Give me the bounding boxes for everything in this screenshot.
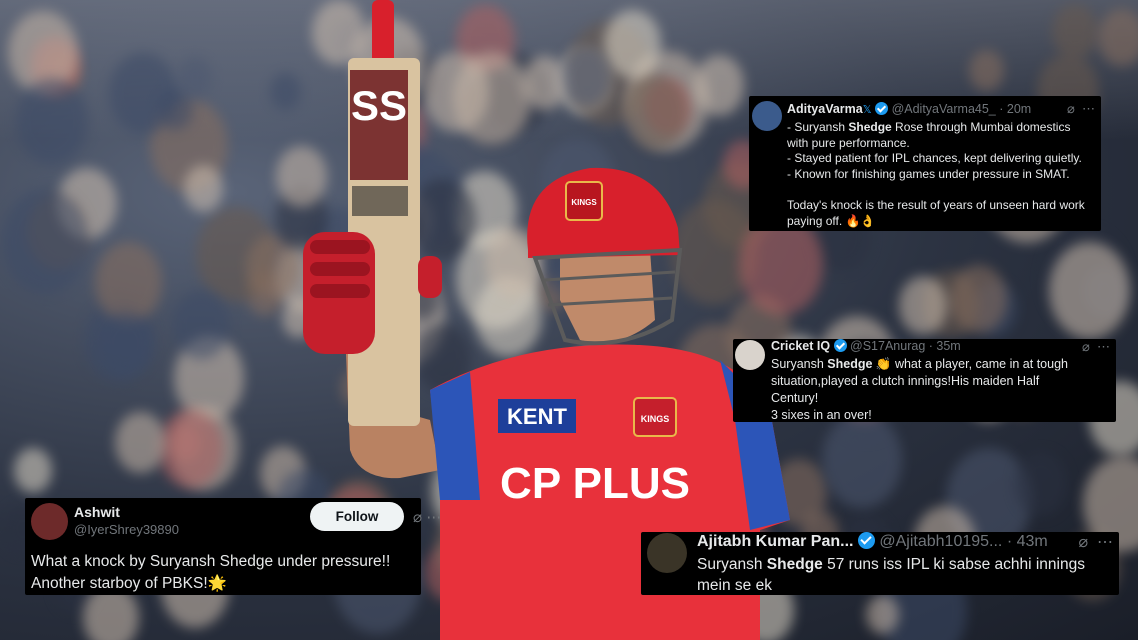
tweet-header: AdityaVarma𝕏 @AdityaVarma45_ · 20m	[787, 102, 1032, 116]
tweet-text: Rose through Mumbai domestics	[891, 120, 1071, 134]
tweet-actions: ⌀ ⋯	[1078, 532, 1113, 552]
tweet-actions: ⌀ ⋯	[1067, 101, 1095, 117]
author-handle[interactable]: @S17Anurag	[850, 339, 925, 353]
tweet-line: 3 sixes in an over!	[771, 407, 1068, 424]
grok-icon[interactable]: ⌀	[413, 509, 422, 526]
tweet-line: Another starboy of PBKS!🌟	[31, 573, 390, 595]
author-handle[interactable]: @Ajitabh10195...	[879, 533, 1002, 550]
tweet-body: - Suryansh Shedge Rose through Mumbai do…	[787, 120, 1085, 229]
avatar[interactable]	[647, 533, 687, 573]
tweet-text: situation,played a clutch innings!His ma…	[771, 374, 1040, 388]
tweet-text: - Suryansh	[787, 120, 849, 134]
tweet-card-ajitabh[interactable]: Ajitabh Kumar Pan... @Ajitabh10195... · …	[641, 532, 1119, 595]
tweet-header: Ajitabh Kumar Pan... @Ajitabh10195... · …	[697, 532, 1048, 550]
tweet-line: What a knock by Suryansh Shedge under pr…	[31, 551, 390, 573]
author-name[interactable]: Ashwit	[74, 504, 120, 520]
tweet-line: Today's knock is the result of years of …	[787, 198, 1085, 214]
author-name[interactable]: AdityaVarma	[787, 102, 863, 116]
tweet-text: with pure performance.	[787, 135, 910, 150]
tweet-actions: ⌀ ⋯	[1082, 339, 1110, 355]
tweet-line: - Stayed patient for IPL chances, kept d…	[787, 151, 1085, 167]
tweet-line: mein se ek	[697, 575, 1085, 596]
avatar[interactable]	[752, 101, 782, 131]
tweet-text: Suryansh	[697, 556, 767, 573]
author-name[interactable]: Ajitabh Kumar Pan...	[697, 533, 853, 550]
follow-button[interactable]: Follow	[310, 502, 404, 531]
tweet-card-adityavarma[interactable]: AdityaVarma𝕏 @AdityaVarma45_ · 20m ⌀ ⋯ -…	[749, 96, 1101, 231]
jersey-chest-sponsor: KENT	[507, 404, 567, 429]
tweet-line	[787, 182, 1085, 198]
tweet-body: Suryansh Shedge 👏 what a player, came in…	[771, 356, 1068, 424]
tweet-body: What a knock by Suryansh Shedge under pr…	[31, 551, 390, 595]
tweet-text: 👏 what a player, came in at tough	[872, 357, 1068, 371]
avatar[interactable]	[31, 503, 68, 540]
tweet-body: Suryansh Shedge 57 runs iss IPL ki sabse…	[697, 554, 1085, 596]
tweet-card-ashwit[interactable]: Ashwit @IyerShrey39890 Follow ⌀ ⋯ What a…	[25, 498, 441, 595]
more-icon[interactable]: ⋯	[1082, 101, 1095, 116]
author-name[interactable]: Cricket IQ	[771, 339, 830, 353]
tweet-line: - Known for finishing games under pressu…	[787, 167, 1085, 183]
tweet-text: - Stayed patient for IPL chances, kept d…	[787, 151, 1082, 166]
jersey-main-sponsor: CP PLUS	[500, 459, 690, 508]
tweet-text: mein se ek	[697, 577, 772, 594]
tweet-line: paying off. 🔥👌	[787, 214, 1085, 230]
x-verified-icon: 𝕏	[862, 104, 872, 116]
helmet-badge-text: KINGS	[571, 198, 597, 207]
bat-logo-text: SS	[351, 82, 407, 129]
tweet-text: 3 sixes in an over!	[771, 408, 872, 422]
cricket-bat: SS	[348, 0, 420, 426]
avatar[interactable]	[735, 340, 765, 370]
verified-badge-icon	[833, 339, 847, 352]
tweet-time[interactable]: 35m	[936, 339, 960, 353]
tweet-line: Century!	[771, 390, 1068, 407]
tweet-text: What a knock by Suryansh Shedge under pr…	[31, 553, 391, 570]
more-icon[interactable]: ⋯	[1097, 534, 1113, 551]
more-icon[interactable]: ⋯	[1097, 339, 1110, 354]
verified-badge-icon	[875, 102, 889, 115]
tweet-text: Another starboy of PBKS!🌟	[31, 575, 227, 592]
grok-icon[interactable]: ⌀	[1067, 101, 1075, 116]
highlighted-text: Shedge	[827, 357, 873, 371]
verified-badge-icon	[857, 532, 875, 549]
tweet-time[interactable]: 43m	[1017, 533, 1048, 550]
highlighted-text: Shedge	[848, 120, 892, 134]
tweet-time[interactable]: 20m	[1007, 102, 1031, 116]
tweet-line: - Suryansh Shedge Rose through Mumbai do…	[787, 120, 1085, 136]
grok-icon[interactable]: ⌀	[1078, 534, 1088, 551]
highlighted-text: Shedge	[766, 556, 823, 573]
tweet-text: - Known for finishing games under pressu…	[787, 166, 1070, 181]
tweet-text: 57 runs iss IPL ki sabse achhi innings	[822, 556, 1085, 573]
author-handle[interactable]: @AdityaVarma45_	[892, 102, 996, 116]
tweet-line: Suryansh Shedge 👏 what a player, came in…	[771, 356, 1068, 373]
more-icon[interactable]: ⋯	[426, 509, 441, 526]
tweet-actions: ⌀ ⋯	[413, 508, 441, 526]
tweet-card-cricket-iq[interactable]: Cricket IQ @S17Anurag · 35m ⌀ ⋯ Suryansh…	[733, 339, 1116, 422]
tweet-line: with pure performance.	[787, 136, 1085, 152]
jersey-badge-text: KINGS	[641, 414, 670, 424]
grok-icon[interactable]: ⌀	[1082, 339, 1090, 354]
tweet-header: Cricket IQ @S17Anurag · 35m	[771, 339, 961, 353]
batting-glove	[303, 232, 442, 354]
tweet-text: Today's knock is the result of years of …	[787, 197, 1085, 212]
tweet-text: Suryansh	[771, 357, 828, 371]
tweet-line: Suryansh Shedge 57 runs iss IPL ki sabse…	[697, 554, 1085, 575]
tweet-line: situation,played a clutch innings!His ma…	[771, 373, 1068, 390]
tweet-text: Century!	[771, 391, 819, 405]
author-handle[interactable]: @IyerShrey39890	[74, 522, 179, 537]
tweet-text: paying off. 🔥👌	[787, 213, 876, 228]
